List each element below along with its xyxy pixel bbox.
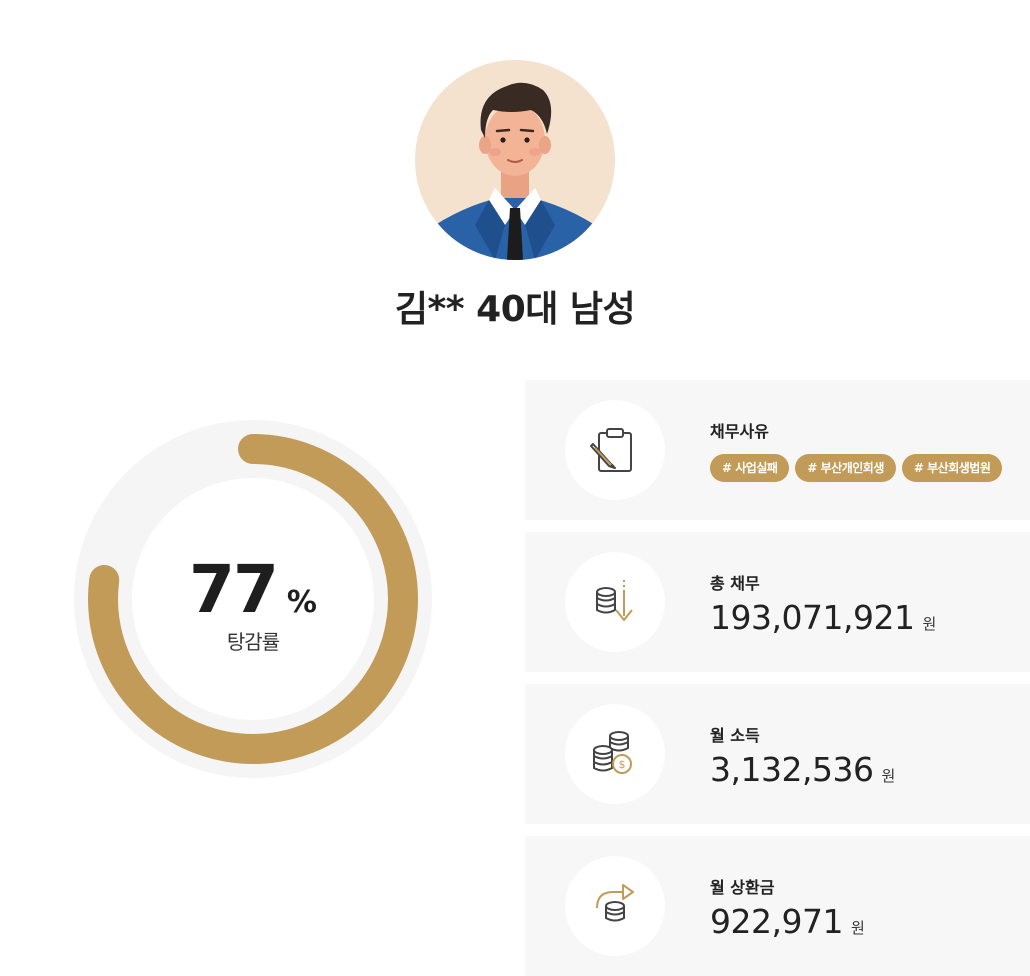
coin-stack-icon: $ [593, 731, 632, 774]
monthly-income-unit: 원 [881, 767, 896, 785]
debt-reason-card: 채무사유 # 사업실패 # 부산개인회생 # 부산회생법원 [525, 380, 1030, 520]
card-icon-circle [565, 856, 665, 956]
monthly-income-value: 3,132,536 [710, 750, 874, 789]
total-debt-value: 193,071,921 [710, 598, 915, 637]
debt-reason-tags: # 사업실패 # 부산개인회생 # 부산회생법원 [710, 454, 1003, 482]
total-debt-label: 총 채무 [710, 574, 760, 593]
reduction-rate-value: 77 [189, 551, 279, 628]
tag-busan-personal-rehab[interactable]: # 부산개인회생 [795, 454, 896, 482]
clipboard-pencil-icon [590, 428, 632, 472]
coins-return-arrow-icon [596, 884, 634, 922]
monthly-repayment-card: 월 상환금 922,971 원 [525, 836, 1030, 976]
card-icon-circle [565, 552, 665, 652]
monthly-repayment-unit: 원 [850, 919, 865, 937]
monthly-repayment-label: 월 상환금 [710, 878, 775, 897]
debt-reason-label: 채무사유 [710, 422, 769, 441]
card-icon-circle [565, 400, 665, 500]
profile-title: 김** 40대 남성 [394, 289, 636, 330]
monthly-income-label: 월 소득 [710, 726, 760, 745]
monthly-income-card: $ 월 소득 3,132,536 원 [525, 684, 1030, 824]
male-avatar-icon [415, 82, 615, 260]
monthly-repayment-value: 922,971 [710, 902, 843, 941]
total-debt-card: 총 채무 193,071,921 원 [525, 532, 1030, 672]
tag-busan-rehab-court[interactable]: # 부산회생법원 [901, 454, 1003, 482]
reduction-rate-label: 탕감률 [226, 630, 280, 654]
coins-down-arrow-icon [596, 580, 633, 621]
svg-text:$: $ [619, 758, 626, 771]
tag-business-failure[interactable]: # 사업실패 [710, 454, 790, 482]
reduction-rate-unit: % [286, 585, 317, 620]
reduction-rate-ring: 77 % 탕감률 [74, 420, 432, 778]
total-debt-unit: 원 [922, 615, 937, 633]
avatar [415, 60, 615, 260]
card-icon-circle: $ [565, 704, 665, 804]
